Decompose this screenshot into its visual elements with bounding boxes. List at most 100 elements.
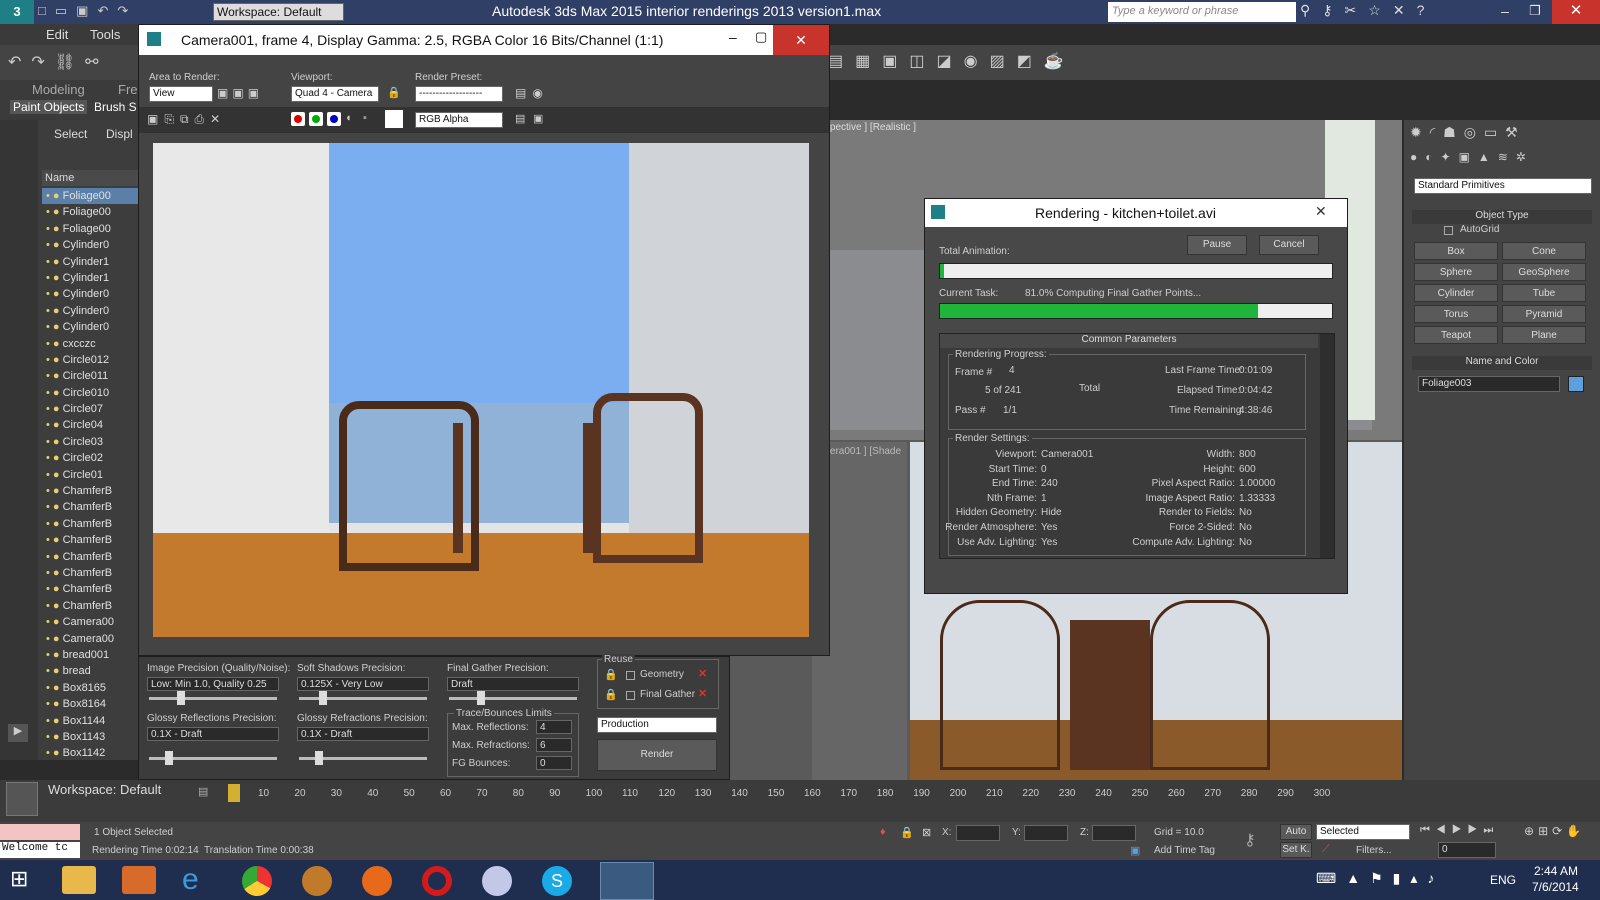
app-logo[interactable]: 3 [0, 0, 34, 24]
binoculars-icon[interactable]: ⚲ [1300, 2, 1322, 18]
swatch-white[interactable] [385, 110, 403, 128]
help-icon[interactable]: ? [1417, 2, 1437, 18]
channel-display-dropdown[interactable]: RGB Alpha [415, 112, 503, 128]
rendering-dialog-close[interactable]: ✕ [1315, 203, 1327, 220]
scene-list-item[interactable]: • ● ChamferB [42, 499, 140, 515]
auto-region-icon[interactable]: ▣ [232, 86, 247, 100]
minimize-button[interactable]: ‒ [1490, 0, 1520, 24]
close-button[interactable]: ✕ [1552, 0, 1600, 24]
light-bulb-icon[interactable]: • ● [46, 715, 63, 727]
firefox-icon[interactable] [362, 866, 392, 896]
zoom-icon[interactable]: ⊕ [1524, 824, 1538, 838]
maxscript-mini-listener[interactable] [0, 824, 80, 840]
light-bulb-icon[interactable]: • ● [46, 223, 63, 235]
light-bulb-icon[interactable]: • ● [46, 616, 63, 628]
scene-list-item[interactable]: • ● Circle07 [42, 401, 140, 417]
set-key-button[interactable]: Set K. [1280, 842, 1312, 858]
scene-list-item[interactable]: • ● Cylinder0 [42, 319, 140, 335]
ribbon-tab-modeling[interactable]: Modeling [32, 82, 85, 97]
office-icon[interactable] [122, 866, 156, 894]
graphite-icon[interactable]: ▣ [882, 53, 909, 70]
systems-icon[interactable]: ✲ [1516, 150, 1534, 164]
network-icon[interactable]: ▴ [1410, 870, 1427, 886]
primitive-button-tube[interactable]: Tube [1502, 284, 1586, 302]
common-parameters-header[interactable]: Common Parameters [940, 334, 1318, 348]
edit-region-icon[interactable]: ▣ [217, 86, 232, 100]
scene-list-item[interactable]: • ● Circle02 [42, 450, 140, 466]
fg-bounces-field[interactable]: 0 [536, 756, 572, 770]
image-precision-field[interactable]: Low: Min 1.0, Quality 0.25 [147, 677, 279, 691]
scene-list-item[interactable]: • ● Foliage00 [42, 188, 140, 205]
current-frame-field[interactable]: 0 [1438, 842, 1496, 858]
scene-list-item[interactable]: • ● Cylinder1 [42, 270, 140, 286]
frame-minimize-button[interactable]: ‒ [729, 29, 737, 45]
create-tab-icon[interactable]: ✹ [1410, 124, 1430, 140]
3dsmax-task-icon[interactable] [600, 862, 654, 900]
light-bulb-icon[interactable]: • ● [46, 633, 63, 645]
light-bulb-icon[interactable]: • ● [46, 485, 63, 497]
save-icon[interactable]: ▣ [76, 3, 97, 18]
primitive-button-box[interactable]: Box [1414, 242, 1498, 260]
scene-list-item[interactable]: • ● ChamferB [42, 483, 140, 499]
align-icon[interactable]: ▤ [828, 53, 855, 70]
volume-icon[interactable]: ♪ [1427, 870, 1444, 886]
params-scrollbar[interactable] [1320, 334, 1334, 558]
schematic-icon[interactable]: ◪ [937, 53, 964, 70]
scene-list-item[interactable]: • ● Circle01 [42, 467, 140, 483]
scene-list-item[interactable]: • ● bread001 [42, 647, 140, 663]
geometry-checkbox[interactable] [626, 671, 635, 680]
scene-list-item[interactable]: • ● bread [42, 663, 140, 679]
clone-window-icon[interactable]: ⧉ [180, 112, 195, 126]
auto-key-button[interactable]: Auto [1280, 824, 1312, 840]
pan-icon[interactable]: ✋ [1566, 824, 1585, 838]
cameras-icon[interactable]: ▣ [1459, 150, 1478, 164]
light-bulb-icon[interactable]: • ● [46, 370, 63, 382]
save-image-icon[interactable]: ▣ [147, 112, 164, 126]
scene-list-item[interactable]: • ● ChamferB [42, 581, 140, 597]
primitive-button-pyramid[interactable]: Pyramid [1502, 305, 1586, 323]
skype-icon[interactable]: S [542, 866, 572, 896]
primitive-button-geosphere[interactable]: GeoSphere [1502, 263, 1586, 281]
scene-list-item[interactable]: • ● Circle011 [42, 368, 140, 384]
internet-explorer-icon[interactable]: e [182, 864, 199, 896]
print-icon[interactable]: ⎙ [195, 112, 211, 126]
toggle-ui-icon[interactable]: ▤ [515, 112, 525, 125]
primitive-button-teapot[interactable]: Teapot [1414, 326, 1498, 344]
render-icon[interactable]: ☕ [1044, 53, 1076, 70]
open-file-icon[interactable]: ▭ [55, 3, 76, 18]
ribbon-tab-freeform[interactable]: Fre [118, 82, 138, 97]
lock-viewport-icon[interactable]: 🔒 [387, 86, 401, 99]
absolute-mode-icon[interactable]: ⊠ [922, 826, 931, 839]
timeline-ruler[interactable]: 10 20 30 40 50 60 70 80 90 100 110 120 130 140 150 160 1… [228, 788, 1358, 808]
next-frame-icon[interactable]: ▶ [1468, 824, 1484, 836]
add-time-tag-icon[interactable]: ▣ [1130, 844, 1140, 857]
render-mode-dropdown[interactable]: Production [597, 717, 717, 733]
light-bulb-icon[interactable]: • ● [46, 436, 63, 448]
scene-list-item[interactable]: • ● Cylinder1 [42, 254, 140, 270]
undo-icon[interactable]: ↶ [97, 3, 117, 18]
display-tab-icon[interactable]: ▭ [1484, 124, 1505, 140]
monochrome-icon[interactable]: ▪ [363, 112, 367, 124]
scene-list-item[interactable]: • ● Foliage00 [42, 221, 140, 237]
pause-button[interactable]: Pause [1187, 235, 1247, 255]
max-refractions-field[interactable]: 6 [536, 738, 572, 752]
cancel-button[interactable]: Cancel [1259, 235, 1319, 255]
selection-lock-icon[interactable]: 🔒 [900, 826, 914, 839]
render-setup-icon[interactable]: ▤ [515, 86, 532, 100]
helpers-icon[interactable]: ▲ [1478, 150, 1498, 164]
scene-list-item[interactable]: • ● ChamferB [42, 598, 140, 614]
explorer-tab-select[interactable]: Select [54, 127, 87, 141]
paint-objects-tab[interactable]: Paint Objects [10, 100, 88, 114]
primitive-button-sphere[interactable]: Sphere [1414, 263, 1498, 281]
scene-list-item[interactable]: • ● Circle012 [42, 352, 140, 368]
geometry-icon[interactable]: ● [1410, 150, 1425, 164]
light-bulb-icon[interactable]: • ● [46, 649, 63, 661]
key-icon[interactable]: ⚷ [1322, 2, 1344, 18]
unlink-icon[interactable]: ⚯ [85, 54, 108, 71]
app-icon[interactable] [302, 866, 332, 896]
object-color-swatch[interactable] [1568, 376, 1584, 392]
scene-list-item[interactable]: • ● Camera00 [42, 614, 140, 630]
welcome-text[interactable]: Welcome tc [0, 842, 80, 858]
clear-geometry-icon[interactable]: ✕ [698, 667, 707, 680]
light-bulb-icon[interactable]: • ● [46, 551, 63, 563]
